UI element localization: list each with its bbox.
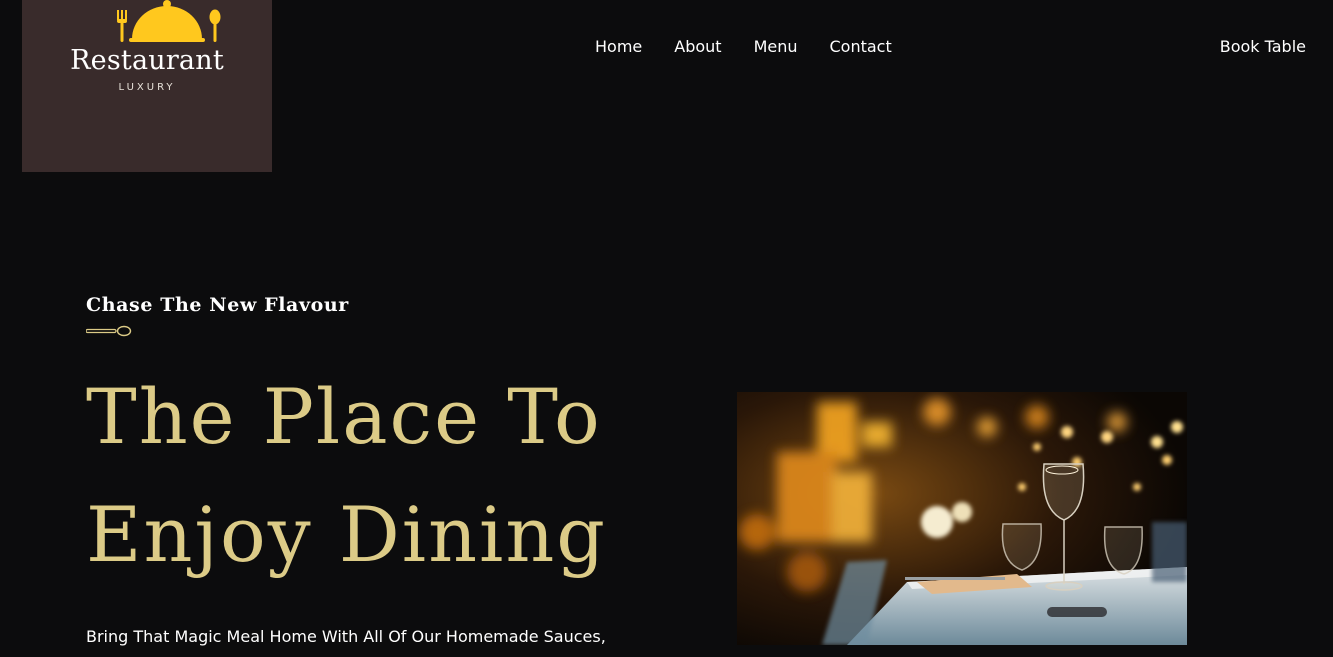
- hero-headline-line-2: Enjoy Dining: [86, 490, 607, 579]
- nav-item-contact[interactable]: Contact: [830, 37, 892, 57]
- hero-eyebrow: Chase The New Flavour: [86, 294, 349, 316]
- main-nav: Home About Menu Contact: [595, 37, 924, 57]
- cloche-icon: [117, 0, 221, 42]
- nav-item-about[interactable]: About: [674, 37, 721, 57]
- book-table-button[interactable]: Book Table: [1220, 37, 1306, 57]
- logo[interactable]: Restaurant LUXURY: [22, 0, 272, 172]
- nav-item-home[interactable]: Home: [595, 37, 642, 57]
- brand-tagline: LUXURY: [118, 82, 176, 93]
- page: Restaurant LUXURY Home About Menu Contac…: [0, 0, 1333, 657]
- hero-description: Bring That Magic Meal Home With All Of O…: [86, 627, 606, 646]
- spoon-icon: [86, 325, 132, 337]
- hero-headline-line-1: The Place To: [86, 372, 602, 461]
- hero-headline: The Place To Enjoy Dining: [86, 358, 607, 594]
- hero-image: [737, 392, 1187, 645]
- nav-item-menu[interactable]: Menu: [754, 37, 798, 57]
- brand-name: Restaurant: [70, 45, 224, 76]
